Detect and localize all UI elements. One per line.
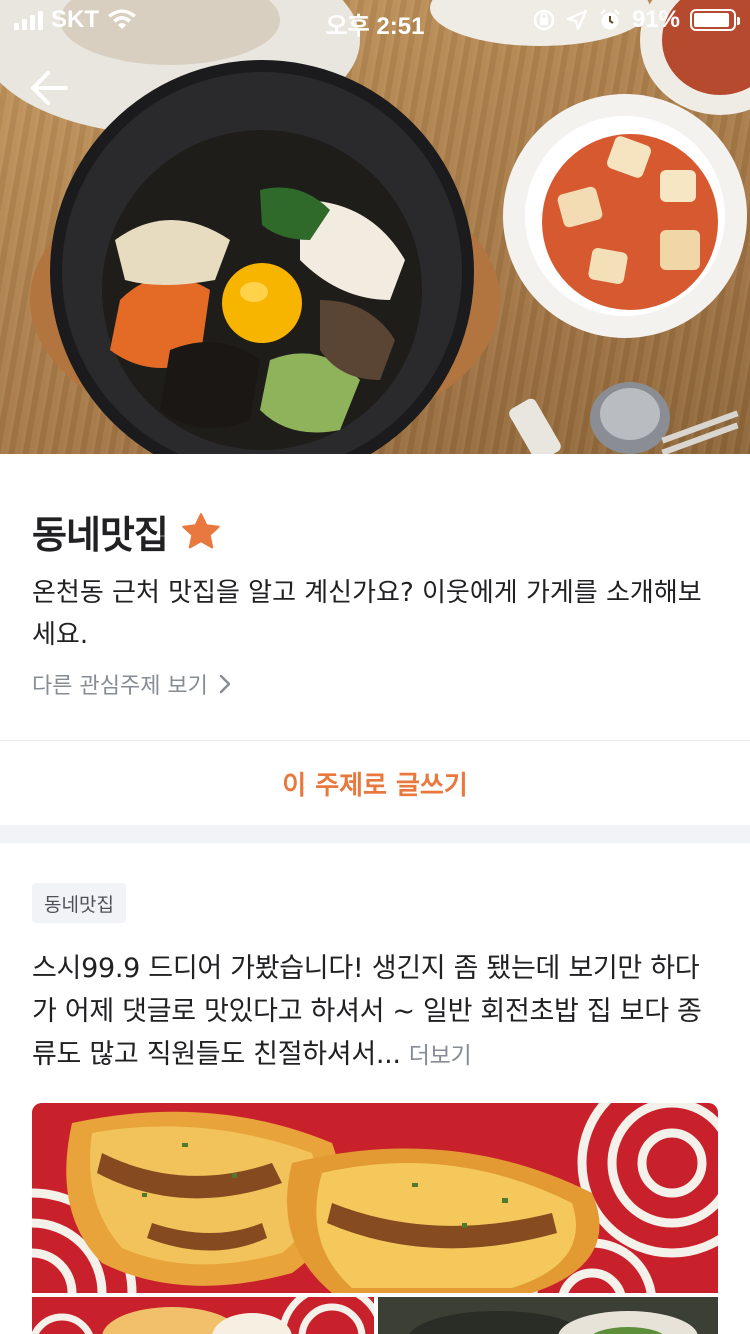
battery-percent: 91%: [631, 6, 680, 33]
topic-title-row: 동네맛집: [32, 504, 222, 559]
topic-description: 온천동 근처 맛집을 알고 계신가요? 이웃에게 가게를 소개해보세요.: [32, 578, 702, 650]
battery-icon: [690, 9, 740, 31]
sushi-photo-main: [32, 1103, 718, 1293]
location-icon: [566, 9, 588, 31]
section-divider: [0, 825, 750, 843]
topic-title: 동네맛집: [32, 513, 169, 557]
sushi-photo-3: [378, 1297, 718, 1334]
post-card[interactable]: 동네맛집 스시99.9 드디어 가봤습니다! 생긴지 좀 됐는데 보기만 하다가…: [0, 843, 750, 1334]
back-arrow-icon: [31, 71, 68, 105]
bibimbap-photo: [0, 0, 750, 454]
other-topics-link[interactable]: 다른 관심주제 보기: [32, 668, 232, 700]
status-right: 91%: [532, 6, 740, 34]
post-image-tertiary[interactable]: [378, 1297, 718, 1334]
post-topic-tag[interactable]: 동네맛집: [32, 883, 126, 923]
alarm-icon: [600, 9, 620, 30]
hero-image: SKT 오후 2:51 91%: [0, 0, 750, 454]
write-post-button[interactable]: 이 주제로 글쓰기: [0, 741, 750, 825]
sushi-photo-2: [32, 1297, 374, 1334]
topic-section: 동네맛집 온천동 근처 맛집을 알고 계신가요? 이웃에게 가게를 소개해보세요…: [0, 454, 750, 740]
post-body: 스시99.9 드디어 가봤습니다! 생긴지 좀 됐는데 보기만 하다가 어제 댓…: [32, 947, 722, 1078]
chevron-right-icon: [219, 674, 231, 694]
post-body-text: 스시99.9 드디어 가봤습니다! 생긴지 좀 됐는데 보기만 하다가 어제 댓…: [32, 953, 702, 1070]
back-button[interactable]: [22, 62, 78, 118]
post-image-secondary[interactable]: [32, 1297, 374, 1334]
other-topics-label: 다른 관심주제 보기: [32, 674, 208, 699]
status-bar: SKT 오후 2:51 91%: [0, 0, 750, 40]
star-icon: [182, 512, 220, 548]
rotation-lock-icon: [533, 9, 555, 31]
battery-level-fill: [694, 13, 729, 27]
see-more-link[interactable]: 더보기: [409, 1043, 472, 1069]
post-image[interactable]: [32, 1103, 718, 1293]
